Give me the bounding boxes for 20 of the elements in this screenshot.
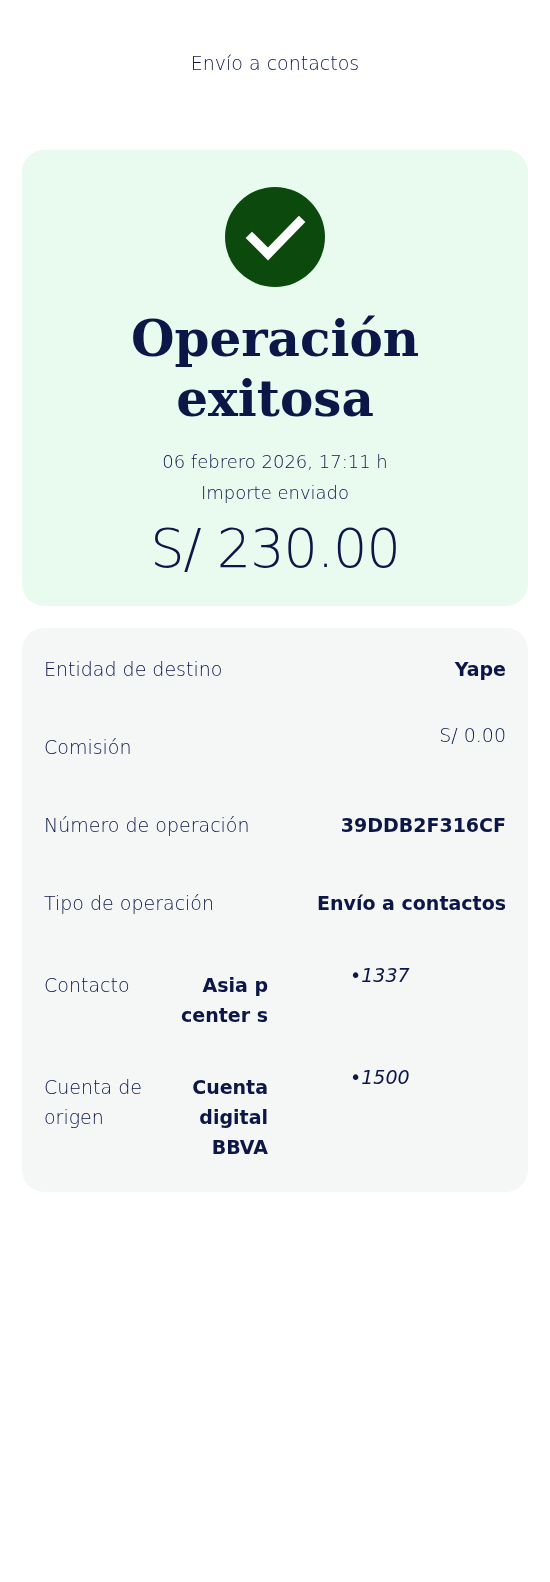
status-title: Operación exitosa [129,309,421,429]
check-icon [225,187,325,287]
detail-value: Cuenta digital BBVA [191,1075,268,1160]
detail-label: Número de operación [44,814,250,836]
detail-value: 39DDB2F316CF [340,814,506,836]
account-number: •1337 [349,963,411,988]
amount: S/ 230.00 [150,517,400,580]
detail-value: S/ 0.00 [439,724,506,746]
detail-label: Contacto [44,973,131,998]
amount-label: Importe enviado [200,482,350,503]
detail-value: Yape [454,658,506,680]
date-time: 06 febrero 2026, 17:11 h [162,451,388,472]
detail-label: Cuenta de origen [44,1075,143,1130]
detail-value: Envío a contactos [317,892,506,914]
detail-label: Tipo de operación [44,892,215,914]
account-number: •1500 [349,1065,411,1090]
page-title: Envío a contactos [190,52,360,74]
detail-label: Entidad de destino [44,658,223,680]
detail-value: Asia p center s [180,973,268,1028]
detail-label: Comisión [44,736,132,758]
